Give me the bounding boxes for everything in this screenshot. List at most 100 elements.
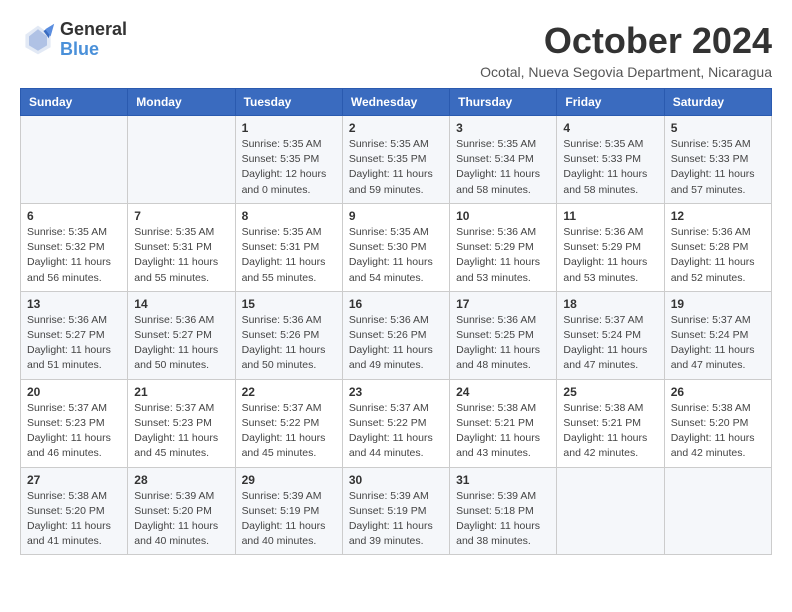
- calendar-cell: 13 Sunrise: 5:36 AM Sunset: 5:27 PM Dayli…: [21, 291, 128, 379]
- calendar-cell: [557, 467, 664, 555]
- day-number: 25: [563, 385, 657, 399]
- day-number: 24: [456, 385, 550, 399]
- month-title: October 2024: [480, 20, 772, 62]
- calendar-header-row: SundayMondayTuesdayWednesdayThursdayFrid…: [21, 89, 772, 116]
- day-info: Sunrise: 5:35 AM Sunset: 5:35 PM Dayligh…: [349, 137, 443, 198]
- calendar-cell: [21, 116, 128, 204]
- calendar-cell: 21 Sunrise: 5:37 AM Sunset: 5:23 PM Dayli…: [128, 379, 235, 467]
- calendar-cell: 6 Sunrise: 5:35 AM Sunset: 5:32 PM Daylig…: [21, 203, 128, 291]
- day-number: 14: [134, 297, 228, 311]
- calendar-cell: 1Sunrise: 5:35 AM Sunset: 5:35 PM Daylig…: [235, 116, 342, 204]
- day-info: Sunrise: 5:37 AM Sunset: 5:23 PM Dayligh…: [134, 401, 228, 462]
- day-number: 27: [27, 473, 121, 487]
- day-number: 8: [242, 209, 336, 223]
- day-number: 28: [134, 473, 228, 487]
- day-number: 19: [671, 297, 765, 311]
- day-number: 17: [456, 297, 550, 311]
- day-info: Sunrise: 5:38 AM Sunset: 5:20 PM Dayligh…: [671, 401, 765, 462]
- day-info: Sunrise: 5:36 AM Sunset: 5:25 PM Dayligh…: [456, 313, 550, 374]
- day-info: Sunrise: 5:35 AM Sunset: 5:33 PM Dayligh…: [563, 137, 657, 198]
- day-info: Sunrise: 5:36 AM Sunset: 5:27 PM Dayligh…: [27, 313, 121, 374]
- calendar-cell: 16 Sunrise: 5:36 AM Sunset: 5:26 PM Dayli…: [342, 291, 449, 379]
- day-number: 6: [27, 209, 121, 223]
- calendar-cell: 30Sunrise: 5:39 AM Sunset: 5:19 PM Dayli…: [342, 467, 449, 555]
- day-info: Sunrise: 5:39 AM Sunset: 5:20 PM Dayligh…: [134, 489, 228, 550]
- weekday-header: Wednesday: [342, 89, 449, 116]
- day-number: 3: [456, 121, 550, 135]
- day-number: 29: [242, 473, 336, 487]
- day-number: 26: [671, 385, 765, 399]
- day-number: 13: [27, 297, 121, 311]
- day-info: Sunrise: 5:35 AM Sunset: 5:33 PM Dayligh…: [671, 137, 765, 198]
- calendar-cell: [664, 467, 771, 555]
- day-info: Sunrise: 5:37 AM Sunset: 5:22 PM Dayligh…: [349, 401, 443, 462]
- day-info: Sunrise: 5:35 AM Sunset: 5:32 PM Dayligh…: [27, 225, 121, 286]
- day-info: Sunrise: 5:36 AM Sunset: 5:28 PM Dayligh…: [671, 225, 765, 286]
- calendar-cell: 20Sunrise: 5:37 AM Sunset: 5:23 PM Dayli…: [21, 379, 128, 467]
- calendar-table: SundayMondayTuesdayWednesdayThursdayFrid…: [20, 88, 772, 555]
- calendar-cell: 19 Sunrise: 5:37 AM Sunset: 5:24 PM Dayli…: [664, 291, 771, 379]
- day-number: 4: [563, 121, 657, 135]
- day-info: Sunrise: 5:35 AM Sunset: 5:30 PM Dayligh…: [349, 225, 443, 286]
- day-info: Sunrise: 5:36 AM Sunset: 5:29 PM Dayligh…: [563, 225, 657, 286]
- day-number: 9: [349, 209, 443, 223]
- day-info: Sunrise: 5:36 AM Sunset: 5:26 PM Dayligh…: [242, 313, 336, 374]
- title-section: October 2024 Ocotal, Nueva Segovia Depar…: [480, 20, 772, 80]
- day-number: 12: [671, 209, 765, 223]
- day-number: 7: [134, 209, 228, 223]
- day-number: 2: [349, 121, 443, 135]
- calendar-cell: 4 Sunrise: 5:35 AM Sunset: 5:33 PM Daylig…: [557, 116, 664, 204]
- day-info: Sunrise: 5:36 AM Sunset: 5:26 PM Dayligh…: [349, 313, 443, 374]
- day-number: 20: [27, 385, 121, 399]
- calendar-cell: 18 Sunrise: 5:37 AM Sunset: 5:24 PM Dayli…: [557, 291, 664, 379]
- calendar-cell: 7 Sunrise: 5:35 AM Sunset: 5:31 PM Daylig…: [128, 203, 235, 291]
- calendar-cell: 14 Sunrise: 5:36 AM Sunset: 5:27 PM Dayli…: [128, 291, 235, 379]
- day-info: Sunrise: 5:37 AM Sunset: 5:24 PM Dayligh…: [671, 313, 765, 374]
- day-number: 11: [563, 209, 657, 223]
- calendar-cell: 27 Sunrise: 5:38 AM Sunset: 5:20 PM Dayli…: [21, 467, 128, 555]
- day-info: Sunrise: 5:35 AM Sunset: 5:35 PM Dayligh…: [242, 137, 336, 198]
- day-info: Sunrise: 5:37 AM Sunset: 5:22 PM Dayligh…: [242, 401, 336, 462]
- day-number: 22: [242, 385, 336, 399]
- weekday-header: Tuesday: [235, 89, 342, 116]
- location-title: Ocotal, Nueva Segovia Department, Nicara…: [480, 64, 772, 80]
- calendar-week-row: 1Sunrise: 5:35 AM Sunset: 5:35 PM Daylig…: [21, 116, 772, 204]
- calendar-cell: 9 Sunrise: 5:35 AM Sunset: 5:30 PM Daylig…: [342, 203, 449, 291]
- day-number: 21: [134, 385, 228, 399]
- day-info: Sunrise: 5:38 AM Sunset: 5:20 PM Dayligh…: [27, 489, 121, 550]
- page-header: General Blue October 2024 Ocotal, Nueva …: [20, 20, 772, 80]
- day-info: Sunrise: 5:36 AM Sunset: 5:27 PM Dayligh…: [134, 313, 228, 374]
- calendar-week-row: 20 Sunrise: 5:37 AM Sunset: 5:23 PM Dayli…: [21, 379, 772, 467]
- logo-text: General Blue: [60, 20, 127, 60]
- day-number: 16: [349, 297, 443, 311]
- calendar-cell: 22 Sunrise: 5:37 AM Sunset: 5:22 PM Dayli…: [235, 379, 342, 467]
- calendar-week-row: 13 Sunrise: 5:36 AM Sunset: 5:27 PM Dayli…: [21, 291, 772, 379]
- day-number: 30: [349, 473, 443, 487]
- weekday-header: Friday: [557, 89, 664, 116]
- calendar-cell: 5 Sunrise: 5:35 AM Sunset: 5:33 PM Daylig…: [664, 116, 771, 204]
- day-number: 23: [349, 385, 443, 399]
- calendar-cell: 15 Sunrise: 5:36 AM Sunset: 5:26 PM Dayli…: [235, 291, 342, 379]
- calendar-cell: 25 Sunrise: 5:38 AM Sunset: 5:21 PM Dayli…: [557, 379, 664, 467]
- calendar-cell: 24 Sunrise: 5:38 AM Sunset: 5:21 PM Dayli…: [450, 379, 557, 467]
- day-info: Sunrise: 5:38 AM Sunset: 5:21 PM Dayligh…: [563, 401, 657, 462]
- logo: General Blue: [20, 20, 127, 60]
- day-info: Sunrise: 5:35 AM Sunset: 5:31 PM Dayligh…: [134, 225, 228, 286]
- day-info: Sunrise: 5:37 AM Sunset: 5:24 PM Dayligh…: [563, 313, 657, 374]
- calendar-week-row: 6 Sunrise: 5:35 AM Sunset: 5:32 PM Daylig…: [21, 203, 772, 291]
- day-number: 10: [456, 209, 550, 223]
- calendar-cell: 23 Sunrise: 5:37 AM Sunset: 5:22 PM Dayli…: [342, 379, 449, 467]
- day-number: 18: [563, 297, 657, 311]
- day-number: 31: [456, 473, 550, 487]
- calendar-cell: 28 Sunrise: 5:39 AM Sunset: 5:20 PM Dayli…: [128, 467, 235, 555]
- day-info: Sunrise: 5:39 AM Sunset: 5:19 PM Dayligh…: [242, 489, 336, 550]
- calendar-cell: 31Sunrise: 5:39 AM Sunset: 5:18 PM Dayli…: [450, 467, 557, 555]
- calendar-cell: 10Sunrise: 5:36 AM Sunset: 5:29 PM Dayli…: [450, 203, 557, 291]
- day-info: Sunrise: 5:38 AM Sunset: 5:21 PM Dayligh…: [456, 401, 550, 462]
- weekday-header: Sunday: [21, 89, 128, 116]
- logo-icon: [20, 22, 56, 58]
- day-number: 15: [242, 297, 336, 311]
- day-number: 5: [671, 121, 765, 135]
- calendar-cell: 8Sunrise: 5:35 AM Sunset: 5:31 PM Daylig…: [235, 203, 342, 291]
- calendar-cell: 26 Sunrise: 5:38 AM Sunset: 5:20 PM Dayli…: [664, 379, 771, 467]
